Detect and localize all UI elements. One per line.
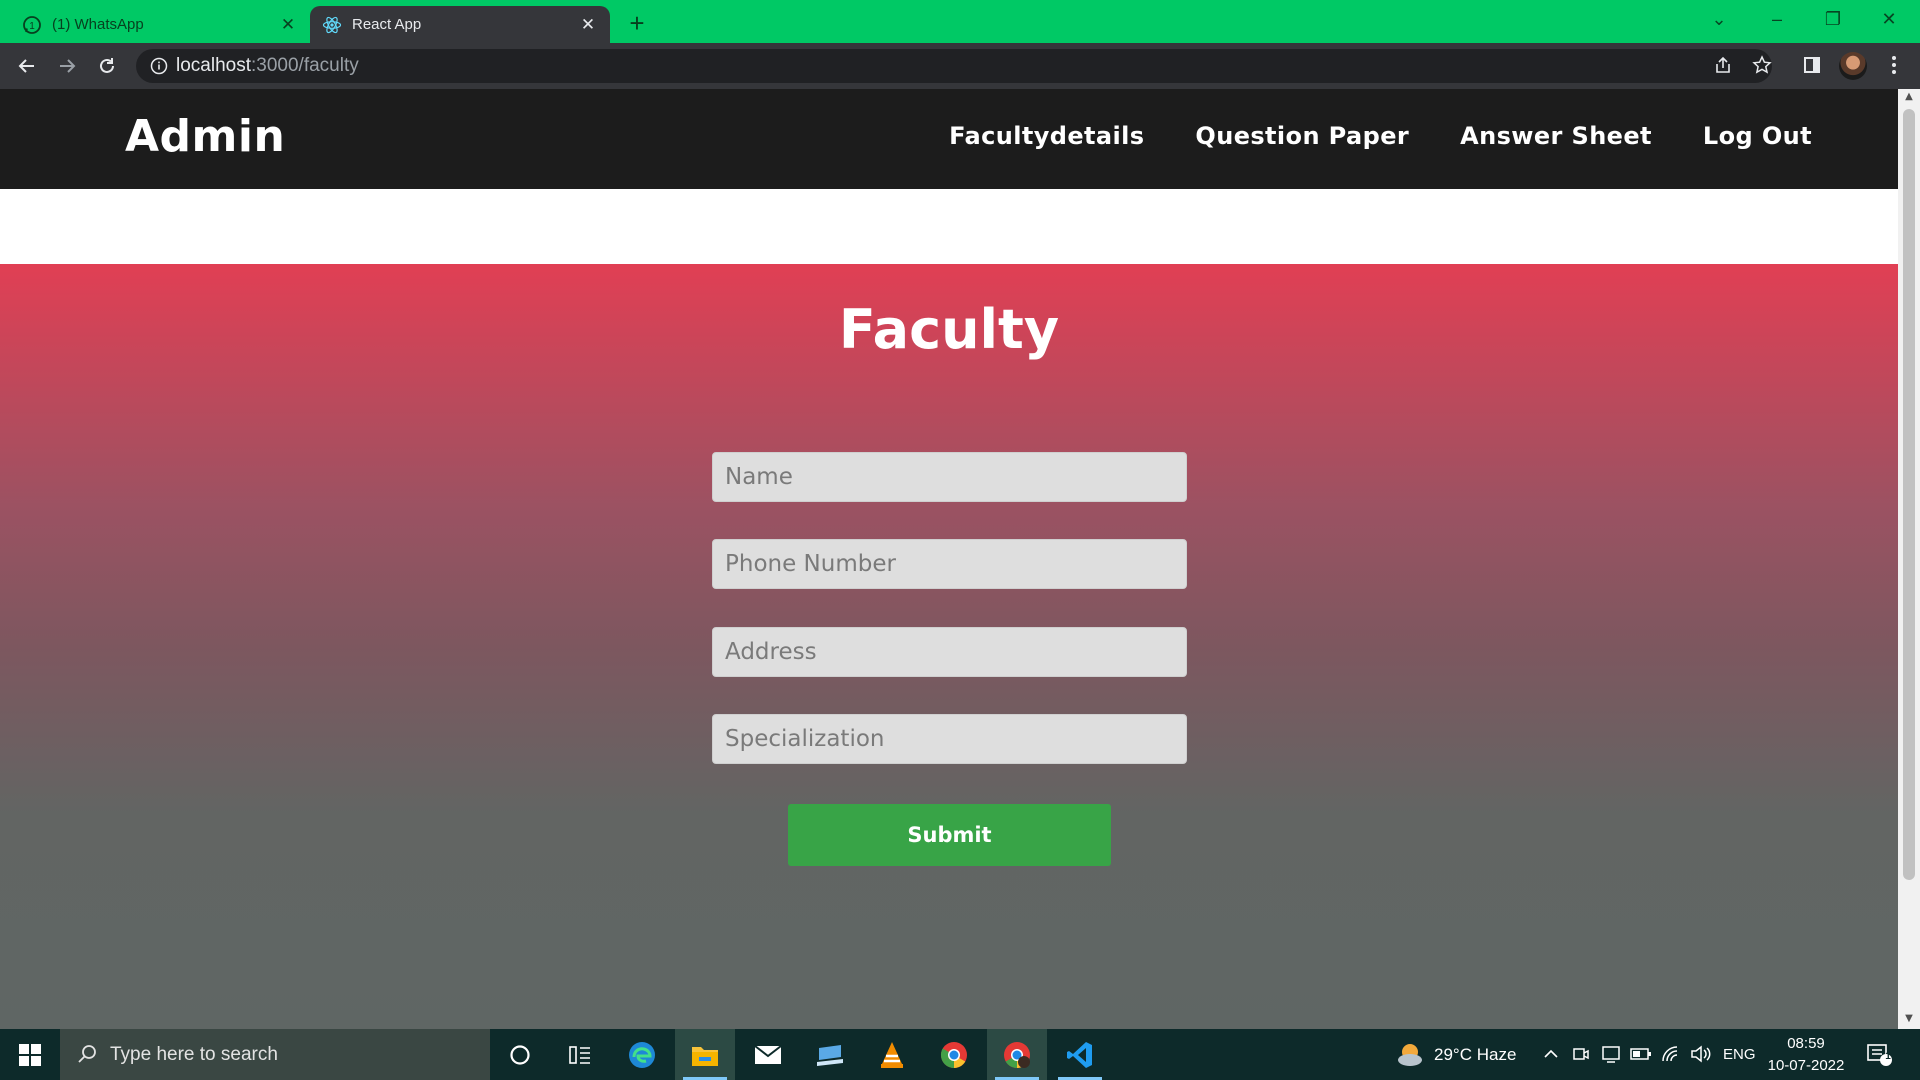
address-input[interactable] [712,627,1187,677]
share-icon[interactable] [1709,51,1737,79]
close-icon[interactable]: ✕ [278,15,298,35]
vscode-icon[interactable] [1050,1029,1110,1080]
new-tab-button[interactable]: + [622,8,652,38]
reload-icon[interactable] [92,51,122,81]
scroll-thumb[interactable] [1903,109,1915,880]
brand-logo[interactable]: Admin [125,111,285,162]
task-view-icon[interactable] [550,1029,610,1080]
side-panel-icon[interactable] [1798,51,1826,79]
address-bar[interactable]: localhost:3000/faculty [136,49,1772,83]
tab-search-icon[interactable]: ⌄ [1692,0,1746,38]
nav-links: Facultydetails Question Paper Answer She… [949,122,1812,150]
forward-arrow-icon[interactable] [52,51,82,81]
page-title: Faculty [838,298,1060,361]
weather-cloud-sun-icon[interactable] [1396,1041,1424,1069]
faculty-form-section: Faculty Submit [0,264,1898,1029]
battery-icon[interactable] [1630,1043,1652,1065]
system-clock[interactable]: 08:59 10-07-2022 [1766,1033,1846,1077]
windows-start-icon[interactable] [0,1029,60,1080]
vlc-icon[interactable] [862,1029,922,1080]
scroll-down-arrow-icon[interactable]: ▼ [1903,1013,1915,1025]
restore-button[interactable]: ❐ [1806,0,1860,38]
react-icon [322,15,342,35]
chrome-profile-icon[interactable] [987,1029,1047,1080]
meet-now-icon[interactable] [1570,1043,1592,1065]
browser-toolbar: localhost:3000/faculty [0,43,1920,89]
browser-tab-strip: 1 (1) WhatsApp ✕ React App ✕ + ⌄ – ❐ ✕ [0,0,1920,43]
search-placeholder: Type here to search [110,1043,278,1065]
page-scrollbar[interactable]: ▲ ▼ [1898,89,1920,1029]
minimize-button[interactable]: – [1750,0,1804,38]
chrome-icon[interactable] [924,1029,984,1080]
volume-icon[interactable] [1690,1043,1712,1065]
name-input[interactable] [712,452,1187,502]
more-menu-icon[interactable] [1880,51,1908,79]
profile-avatar[interactable] [1839,52,1867,80]
clock-time: 08:59 [1787,1035,1825,1052]
nav-link-answer-sheet[interactable]: Answer Sheet [1460,122,1652,150]
nav-link-facultydetails[interactable]: Facultydetails [949,122,1144,150]
tab-whatsapp[interactable]: 1 (1) WhatsApp ✕ [10,6,310,43]
back-arrow-icon[interactable] [12,51,42,81]
info-icon[interactable] [150,57,168,75]
notification-count-badge: 1 [1885,1051,1891,1062]
close-icon[interactable]: ✕ [578,15,598,35]
close-window-button[interactable]: ✕ [1862,0,1916,38]
edge-browser-icon[interactable] [612,1029,672,1080]
tab-react-app[interactable]: React App ✕ [310,6,610,43]
specialization-input[interactable] [712,714,1187,764]
nav-link-question-paper[interactable]: Question Paper [1195,122,1409,150]
url-host: localhost [176,55,251,76]
submit-button[interactable]: Submit [788,804,1111,866]
nav-link-log-out[interactable]: Log Out [1703,122,1812,150]
bookmark-star-icon[interactable] [1748,51,1776,79]
file-explorer-icon[interactable] [675,1029,735,1080]
url-path: :3000/faculty [251,55,359,76]
tab-title: React App [352,16,422,33]
navbar: Admin Facultydetails Question Paper Answ… [0,89,1898,189]
taskbar-search-box[interactable]: Type here to search [60,1029,490,1080]
cortana-icon[interactable] [490,1029,550,1080]
azure-data-studio-icon[interactable] [800,1029,860,1080]
phone-number-input[interactable] [712,539,1187,589]
tab-title: (1) WhatsApp [52,16,144,33]
scroll-up-arrow-icon[interactable]: ▲ [1903,91,1915,103]
chevron-up-icon[interactable] [1540,1043,1562,1065]
page-viewport: Admin Facultydetails Question Paper Answ… [0,89,1920,1029]
search-icon [76,1043,98,1071]
language-indicator[interactable]: ENG [1723,1046,1756,1063]
notifications-icon[interactable]: 1 [1866,1042,1892,1068]
svg-text:1: 1 [29,21,35,32]
whatsapp-icon: 1 [22,15,42,35]
clock-date: 10-07-2022 [1767,1057,1845,1074]
mail-icon[interactable] [738,1029,798,1080]
weather-text[interactable]: 29°C Haze [1434,1045,1516,1065]
wifi-icon[interactable] [1660,1043,1682,1065]
windows-taskbar: Type here to search 29°C Haze ENG 08:59 … [0,1029,1920,1080]
display-icon[interactable] [1600,1043,1622,1065]
